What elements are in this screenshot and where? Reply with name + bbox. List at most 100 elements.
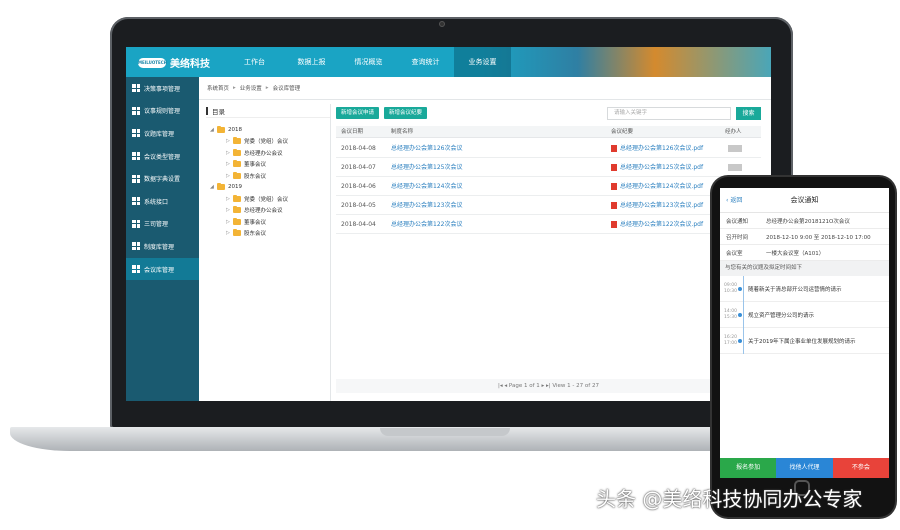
grid-icon (132, 84, 140, 93)
folder-icon (233, 137, 241, 145)
pdf-icon (611, 164, 617, 171)
tree-node[interactable]: ▷ 股东会议 (206, 170, 330, 182)
sidebar-item-label: 数据字典设置 (144, 176, 181, 184)
pdf-icon (611, 202, 617, 209)
tree-node-label: 总经理办公会议 (244, 150, 283, 157)
nav-business-settings[interactable]: 业务设置 (454, 47, 511, 77)
nav-workbench[interactable]: 工作台 (226, 47, 283, 77)
breadcrumb-settings[interactable]: 业务设置 (240, 84, 262, 92)
row-name-link[interactable]: 总经理办公会第123次会议 (391, 196, 462, 215)
folder-icon (233, 194, 241, 202)
caret-icon: ▷ (226, 230, 230, 237)
row-file-link[interactable]: 总经理办公会第125次会议.pdf (611, 158, 703, 177)
main-content: 新增会议申请 新增会议纪要 请输入关键字 搜索 会议日期 制度名称 会议纪要 经… (336, 104, 766, 401)
sidebar-item-meetings[interactable]: 会议库管理 (126, 257, 199, 281)
sidebar-item-label: 制度库管理 (144, 243, 175, 251)
sidebar-item-meeting-types[interactable]: 会议类型管理 (126, 145, 199, 168)
sidebar-item-rules[interactable]: 议事规则管理 (126, 100, 199, 123)
sidebar: 决策事项管理 议事规则管理 议题库管理 会议类型管理 数据字典设置 系统接口 三… (126, 77, 199, 401)
info-label: 会议室 (726, 250, 743, 257)
sidebar-item-label: 议事规则管理 (144, 108, 181, 116)
row-date: 2018-04-08 (341, 145, 376, 152)
tree-header: 目录 (206, 104, 330, 118)
caret-icon: ▷ (226, 161, 230, 168)
timeline-item[interactable]: 14:00 15:30 规立资产管理分公司的请示 (720, 302, 889, 328)
sidebar-item-interface[interactable]: 系统接口 (126, 190, 199, 213)
sidebar-item-three[interactable]: 三司管理 (126, 213, 199, 236)
sidebar-item-label: 会议类型管理 (144, 153, 181, 161)
breadcrumb-home[interactable]: 系统首页 (207, 84, 229, 92)
timeline-time: 14:00 15:30 (724, 308, 737, 320)
tree-node[interactable]: ◢ 2019 (206, 182, 330, 194)
timeline-dot (738, 312, 742, 317)
phone-title: 会议通知 (790, 196, 819, 204)
delegate-button[interactable]: 找他人代理 (776, 458, 833, 478)
timeline-item[interactable]: 16:20 17:00 关于2019年下属企事业单位发展规划的请示 (720, 328, 889, 354)
folder-icon (233, 160, 241, 168)
attend-button[interactable]: 报名参加 (720, 458, 777, 478)
search-button[interactable]: 搜索 (736, 107, 761, 120)
phone-info-row: 会议室 一楼大会议室（A101） (720, 245, 889, 261)
folder-icon (233, 148, 241, 156)
tree-node-label: 董事会议 (244, 219, 267, 226)
timeline-text: 随着新关于清总部开公司运营情的请示 (748, 286, 842, 293)
table-row[interactable]: 2018-04-07 总经理办公会第125次会议 总经理办公会第125次会议.pdf (336, 158, 761, 177)
caret-icon: ▷ (226, 218, 230, 225)
table-row[interactable]: 2018-04-08 总经理办公会第126次会议 总经理办公会第126次会议.pdf (336, 139, 761, 158)
tree-node-label: 2018 (228, 126, 242, 133)
tree-node[interactable]: ▷ 股东会议 (206, 228, 330, 240)
tree-node[interactable]: ▷ 总经理办公会议 (206, 205, 330, 217)
table-row[interactable]: 2018-04-05 总经理办公会第123次会议 总经理办公会第123次会议.pdf (336, 196, 761, 215)
sidebar-item-topics[interactable]: 议题库管理 (126, 122, 199, 145)
pdf-icon (611, 221, 617, 228)
decline-button[interactable]: 不参会 (832, 458, 889, 478)
tree-node[interactable]: ◢ 2018 (206, 124, 330, 136)
sidebar-item-decision[interactable]: 决策事项管理 (126, 77, 199, 100)
col-date: 会议日期 (341, 129, 364, 135)
tree-node[interactable]: ▷ 总经理办公会议 (206, 147, 330, 159)
grid-icon (132, 174, 140, 183)
search-input[interactable]: 请输入关键字 (607, 107, 731, 120)
sidebar-item-label: 议题库管理 (144, 130, 175, 138)
row-file-link[interactable]: 总经理办公会第123次会议.pdf (611, 196, 703, 215)
new-minutes-button[interactable]: 新增会议纪要 (384, 107, 428, 119)
tree-node[interactable]: ▷ 党委（党组）会议 (206, 136, 330, 148)
back-button[interactable]: ‹ 返回 (726, 188, 742, 213)
tree-node-label: 党委（党组）会议 (244, 139, 289, 146)
pagination[interactable]: |◂ ◂ Page 1 of 1 ▸ ▸| View 1 - 27 of 27 (336, 379, 761, 393)
table-row[interactable]: 2018-04-06 总经理办公会第124次会议 总经理办公会第124次会议.pdf (336, 177, 761, 196)
tree-node-label: 2019 (228, 184, 242, 191)
nav-data-report[interactable]: 数据上报 (283, 47, 340, 77)
row-date: 2018-04-07 (341, 164, 376, 171)
caret-icon: ◢ (210, 126, 214, 133)
stage: MEILUOTECH 美络科技 工作台 数据上报 情况概览 查询统计 业务设置 … (0, 0, 900, 530)
sidebar-item-dictionary[interactable]: 数据字典设置 (126, 167, 199, 190)
sidebar-item-policy[interactable]: 制度库管理 (126, 235, 199, 258)
breadcrumb: 系统首页 ▸ 业务设置 ▸ 会议库管理 (199, 77, 771, 100)
caret-icon: ▷ (226, 149, 230, 156)
phone-note: 与您有关的议题及拟定时间如下 (720, 261, 889, 276)
phone-info-row: 召开时间 2018-12-10 9:00 至 2018-12-10 17:00 (720, 229, 889, 245)
info-label: 会议通知 (726, 218, 749, 225)
row-name-link[interactable]: 总经理办公会第126次会议 (391, 139, 462, 158)
tree-node-label: 党委（党组）会议 (244, 196, 289, 203)
row-file-link[interactable]: 总经理办公会第124次会议.pdf (611, 177, 703, 196)
tree-node[interactable]: ▷ 董事会议 (206, 159, 330, 171)
directory-tree: 目录 ◢ 2018 ▷ 党委（党组）会议 ▷ 总经理办公会议 ▷ 董事会议 ▷ 股东会议 ◢ 2019… (206, 104, 331, 401)
tree-node[interactable]: ▷ 董事会议 (206, 216, 330, 228)
row-name-link[interactable]: 总经理办公会第122次会议 (391, 215, 462, 234)
tree-node[interactable]: ▷ 党委（党组）会议 (206, 193, 330, 205)
row-file-link[interactable]: 总经理办公会第122次会议.pdf (611, 215, 703, 234)
col-name: 制度名称 (391, 129, 414, 135)
nav-query-stats[interactable]: 查询统计 (397, 47, 454, 77)
table-row[interactable]: 2018-04-04 总经理办公会第122次会议 总经理办公会第122次会议.pdf (336, 215, 761, 234)
row-file-link[interactable]: 总经理办公会第126次会议.pdf (611, 139, 703, 158)
row-name-link[interactable]: 总经理办公会第124次会议 (391, 177, 462, 196)
tree-node-label: 董事会议 (244, 162, 267, 169)
row-name-link[interactable]: 总经理办公会第125次会议 (391, 158, 462, 177)
tree-node-label: 股东会议 (244, 173, 267, 180)
laptop-notch (380, 428, 510, 436)
timeline-item[interactable]: 09:00 10:30 随着新关于清总部开公司运营情的请示 (720, 276, 889, 302)
nav-overview[interactable]: 情况概览 (340, 47, 397, 77)
new-meeting-request-button[interactable]: 新增会议申请 (336, 107, 380, 119)
